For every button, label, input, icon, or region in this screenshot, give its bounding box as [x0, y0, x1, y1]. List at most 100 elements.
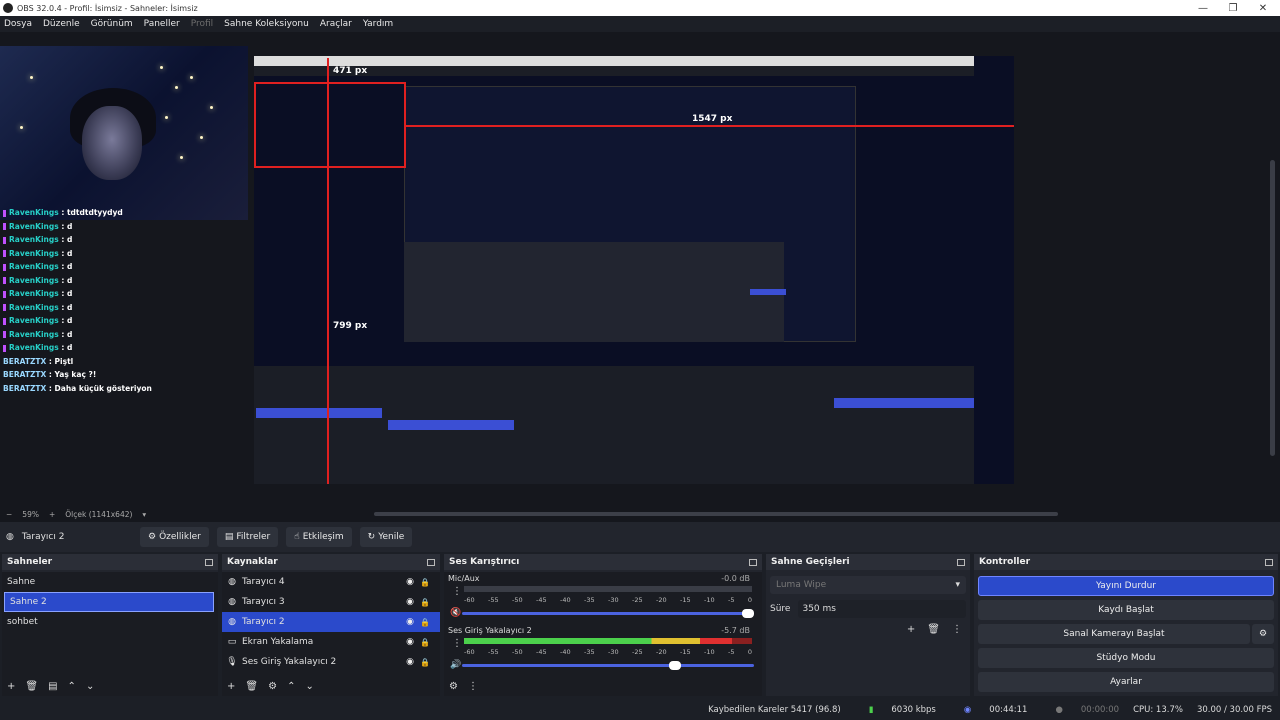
source-item[interactable]: ▭ Ekran Yakalama ◉ 🔒: [222, 632, 440, 652]
gear-icon[interactable]: ⚙: [449, 681, 458, 692]
gear-icon[interactable]: ⚙: [268, 681, 277, 692]
preview-horizontal-scrollbar[interactable]: [374, 512, 1058, 516]
eye-icon[interactable]: ◉: [406, 617, 414, 627]
start-virtual-camera-button[interactable]: Sanal Kamerayı Başlat: [978, 624, 1250, 644]
lock-icon[interactable]: 🔒: [420, 638, 430, 647]
menu-edit[interactable]: Düzenle: [43, 19, 80, 29]
more-icon[interactable]: ⋮: [468, 681, 478, 692]
stop-streaming-button[interactable]: Yayını Durdur: [978, 576, 1274, 596]
start-recording-button[interactable]: Kaydı Başlat: [978, 600, 1274, 620]
undock-icon[interactable]: [427, 558, 435, 566]
undock-icon[interactable]: [1265, 558, 1273, 566]
duration-row: Süre 350 ms: [770, 600, 966, 618]
volume-slider[interactable]: [462, 661, 754, 670]
meter-tick-label: -55: [488, 648, 499, 656]
maximize-button[interactable]: ❐: [1218, 0, 1248, 16]
bitrate: ▮ 6030 kbps: [868, 705, 936, 715]
meter-tick-label: -60: [464, 648, 475, 656]
trash-icon[interactable]: 🗑: [927, 624, 940, 635]
volume-slider[interactable]: [462, 609, 754, 618]
guide-line: [254, 82, 404, 84]
close-button[interactable]: ✕: [1248, 0, 1278, 16]
more-icon[interactable]: ⋮: [452, 586, 462, 597]
filters-button[interactable]: ▤ Filtreler: [216, 527, 279, 547]
meter-tick-label: -35: [584, 648, 595, 656]
interact-button[interactable]: ☝ Etkileşim: [286, 527, 352, 547]
menu-tools[interactable]: Araçlar: [320, 19, 352, 29]
arrow-down-icon[interactable]: ⌄: [305, 681, 313, 692]
source-item[interactable]: ◍ Tarayıcı 2 ◉ 🔒: [222, 612, 440, 632]
virtual-camera-settings-button[interactable]: ⚙: [1252, 624, 1274, 644]
chevron-down-icon[interactable]: ▾: [142, 510, 146, 519]
undock-icon[interactable]: [957, 558, 965, 566]
lock-icon[interactable]: 🔒: [420, 598, 430, 607]
arrow-up-icon[interactable]: ⌃: [68, 681, 76, 692]
minimize-button[interactable]: —: [1188, 0, 1218, 16]
zoom-in-button[interactable]: +: [49, 510, 55, 519]
menu-bar: Dosya Düzenle Görünüm Paneller Profil Sa…: [0, 16, 1280, 32]
more-icon[interactable]: ⋮: [452, 638, 462, 649]
settings-button[interactable]: Ayarlar: [978, 672, 1274, 692]
studio-mode-button[interactable]: Stüdyo Modu: [978, 648, 1274, 668]
chat-line: RavenKings : d: [3, 343, 248, 357]
source-item[interactable]: ◍ Tarayıcı 3 ◉ 🔒: [222, 592, 440, 612]
lock-icon[interactable]: 🔒: [420, 618, 430, 627]
undock-icon[interactable]: [749, 558, 757, 566]
filter-icon[interactable]: ▤: [48, 681, 57, 692]
meter-tick-label: -50: [512, 648, 523, 656]
meter-tick-label: -5: [728, 596, 735, 604]
menu-profile[interactable]: Profil: [191, 19, 213, 29]
refresh-button[interactable]: ↻ Yenile: [359, 527, 413, 547]
duration-label: Süre: [770, 604, 791, 614]
arrow-up-icon[interactable]: ⌃: [287, 681, 295, 692]
menu-view[interactable]: Görünüm: [91, 19, 133, 29]
more-icon[interactable]: ⋮: [952, 624, 962, 635]
trash-icon[interactable]: 🗑: [25, 681, 38, 692]
source-item[interactable]: 🎙 Ses Giriş Yakalayıcı 2 ◉ 🔒: [222, 652, 440, 672]
record-time: ● 00:00:00: [1055, 705, 1120, 715]
sources-dock: Kaynaklar ◍ Tarayıcı 4 ◉ 🔒 ◍ Tarayıcı 3 ◉ 🔒 ◍ T…: [222, 554, 440, 696]
add-icon[interactable]: +: [227, 681, 235, 692]
meter-tick-label: -10: [704, 596, 715, 604]
eye-icon[interactable]: ◉: [406, 577, 414, 587]
scene-item[interactable]: Sahne: [2, 572, 218, 592]
mute-icon[interactable]: 🔇: [450, 608, 461, 618]
window-titlebar: OBS 32.0.4 - Profil: İsimsiz - Sahneler:…: [0, 0, 1280, 16]
properties-button[interactable]: ⚙ Özellikler: [140, 527, 209, 547]
volume-meter: [464, 586, 752, 592]
scene-item[interactable]: Sahne 2: [4, 592, 214, 612]
chat-line: RavenKings : d: [3, 262, 248, 276]
eye-icon[interactable]: ◉: [406, 637, 414, 647]
menu-help[interactable]: Yardım: [363, 19, 393, 29]
add-icon[interactable]: +: [7, 681, 15, 692]
source-item[interactable]: ◍ Tarayıcı 4 ◉ 🔒: [222, 572, 440, 592]
lock-icon[interactable]: 🔒: [420, 578, 430, 587]
speaker-icon[interactable]: 🔊: [450, 660, 461, 670]
scene-item[interactable]: sohbet: [2, 612, 218, 632]
meter-tick-label: -20: [656, 648, 667, 656]
trash-icon[interactable]: 🗑: [245, 681, 258, 692]
menu-docks[interactable]: Paneller: [144, 19, 180, 29]
duration-input[interactable]: 350 ms: [798, 600, 966, 618]
preview-vertical-scrollbar[interactable]: [1270, 160, 1275, 456]
preview-canvas[interactable]: RavenKings : tdtdtdtyydyd RavenKings : d…: [0, 32, 1280, 506]
globe-icon: ◍: [228, 597, 236, 607]
lock-icon[interactable]: 🔒: [420, 658, 430, 667]
cpu-usage: CPU: 13.7%: [1133, 705, 1183, 715]
chat-line: RavenKings : d: [3, 289, 248, 303]
menu-file[interactable]: Dosya: [4, 19, 32, 29]
eye-icon[interactable]: ◉: [406, 597, 414, 607]
record-icon: ●: [1055, 705, 1063, 715]
undock-icon[interactable]: [205, 558, 213, 566]
transition-select[interactable]: Luma Wipe ▾: [770, 576, 966, 594]
broadcast-icon: ◉: [963, 705, 972, 715]
meter-tick-label: -40: [560, 596, 571, 604]
menu-scene-collection[interactable]: Sahne Koleksiyonu: [224, 19, 309, 29]
add-icon[interactable]: +: [907, 624, 915, 635]
obs-logo-icon: [3, 3, 13, 13]
arrow-down-icon[interactable]: ⌄: [86, 681, 94, 692]
meter-tick-label: -50: [512, 596, 523, 604]
eye-icon[interactable]: ◉: [406, 657, 414, 667]
zoom-out-button[interactable]: −: [6, 510, 12, 519]
scale-dropdown[interactable]: Ölçek (1141x642): [65, 510, 132, 519]
